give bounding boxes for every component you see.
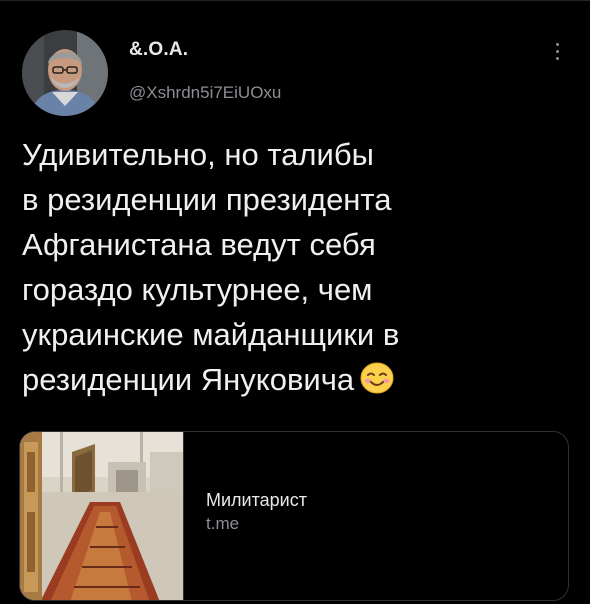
tweet-text-line: резиденции Януковича [22, 362, 355, 397]
more-vertical-icon [555, 42, 559, 46]
tweet-text: Удивительно, но талибы в резиденции през… [22, 132, 562, 406]
smiling-face-emoji-icon [360, 361, 394, 406]
tweet-text-line: гораздо культурнее, чем [22, 272, 373, 307]
palace-carpet-photo-icon [20, 432, 183, 600]
user-avatar-icon [22, 30, 108, 116]
tweet-text-line: украинские майданщики в [22, 317, 400, 352]
top-divider [0, 0, 590, 1]
link-card-title: Милитарист [206, 490, 307, 510]
author-display-name[interactable]: &.О.А. [129, 39, 188, 61]
more-vertical-icon-dot [555, 56, 559, 60]
link-card-thumbnail [20, 432, 184, 600]
more-options-button[interactable] [545, 34, 569, 68]
tweet-text-line-last: резиденции Януковича [22, 357, 562, 406]
tweet-text-line: в резиденции президента [22, 182, 392, 217]
link-preview-card[interactable]: Милитарист t.me [19, 431, 569, 601]
author-handle[interactable]: @Xshrdn5i7EiUOxu [129, 83, 281, 103]
more-vertical-icon-dot [555, 49, 559, 53]
link-card-domain: t.me [206, 514, 240, 533]
tweet-text-line: Афганистана ведут себя [22, 227, 376, 262]
tweet-text-line: Удивительно, но талибы [22, 137, 374, 172]
author-avatar[interactable] [22, 30, 108, 116]
